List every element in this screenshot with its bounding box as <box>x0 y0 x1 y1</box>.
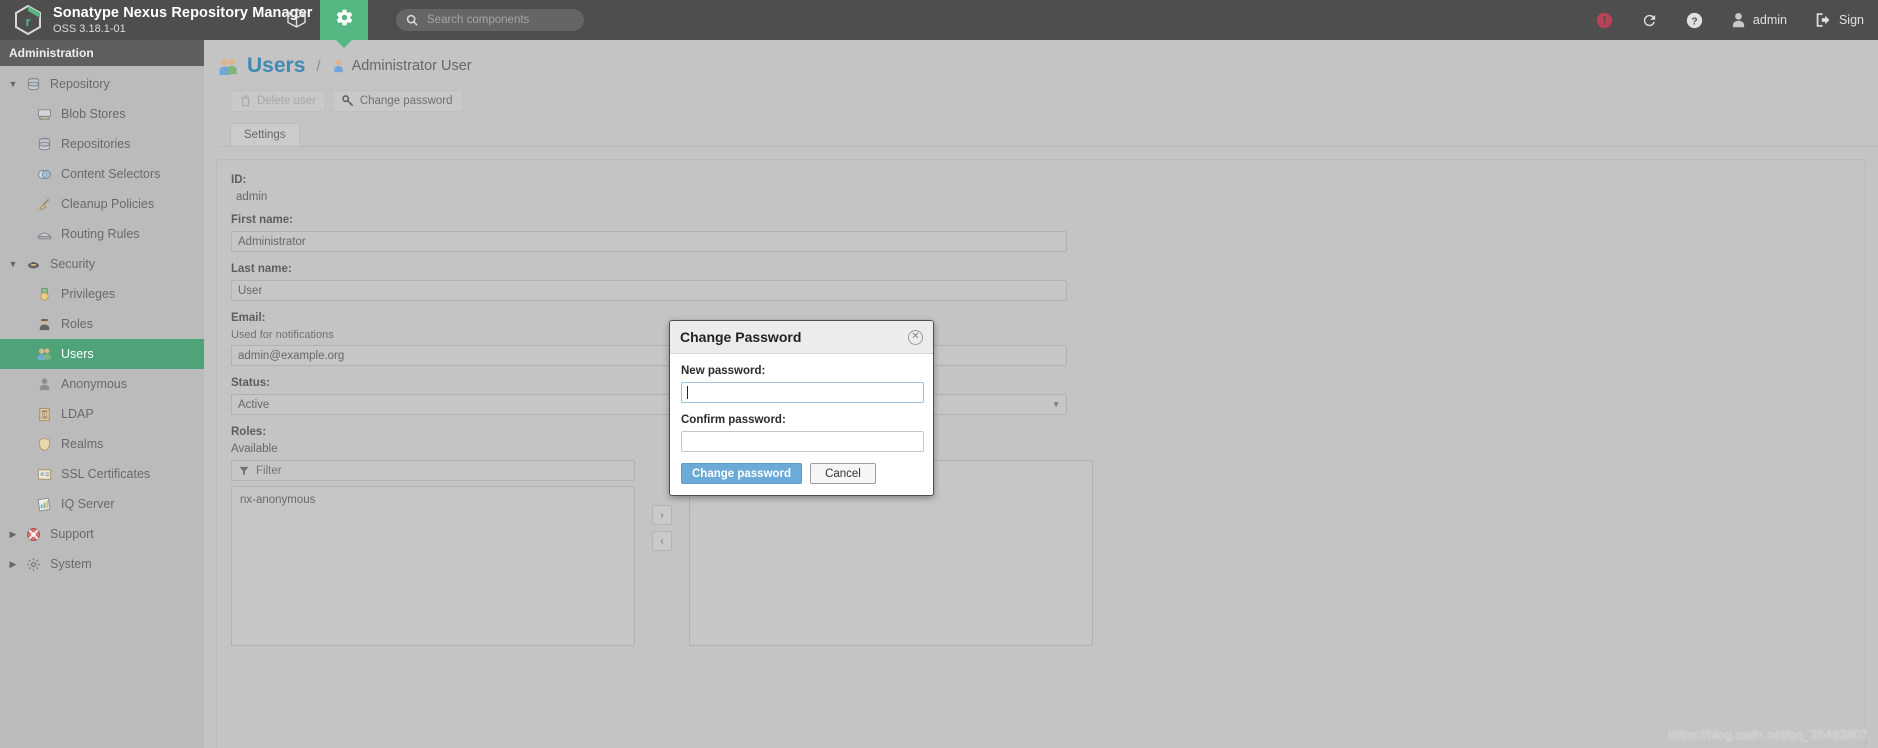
confirm-password-label: Confirm password: <box>681 414 786 426</box>
submit-change-password-label: Change password <box>692 467 792 480</box>
dialog-footer: Change password Cancel <box>670 463 933 495</box>
confirm-password-input[interactable] <box>681 431 924 452</box>
dialog-header: Change Password ✕ <box>670 321 933 354</box>
close-icon[interactable]: ✕ <box>908 329 923 345</box>
modal-overlay <box>0 0 1878 748</box>
watermark: https://blog.csdn.net/qq_35493807 <box>1668 727 1869 742</box>
dialog-title: Change Password <box>680 329 802 345</box>
cancel-label: Cancel <box>825 467 861 480</box>
app-root: r Sonatype Nexus Repository Manager OSS … <box>0 0 1878 748</box>
text-cursor <box>687 386 688 399</box>
change-password-dialog: Change Password ✕ New password: Confirm … <box>669 320 934 496</box>
new-password-label: New password: <box>681 365 766 377</box>
new-password-input[interactable] <box>681 382 924 403</box>
cancel-button[interactable]: Cancel <box>810 463 876 484</box>
dialog-body: New password: Confirm password: <box>670 354 933 452</box>
submit-change-password-button[interactable]: Change password <box>681 463 803 484</box>
